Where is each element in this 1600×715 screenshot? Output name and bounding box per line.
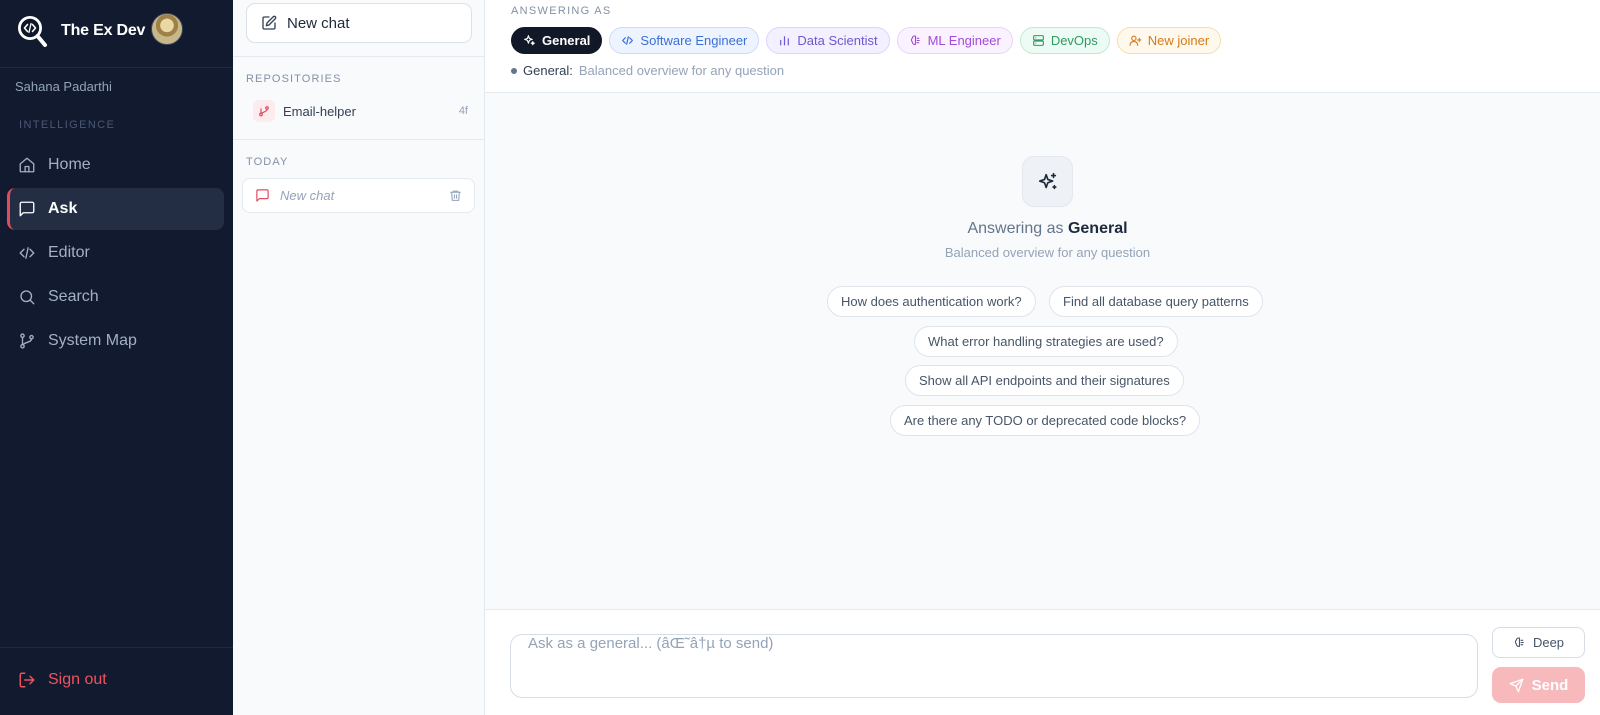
new-chat-button[interactable]: New chat: [246, 3, 472, 43]
bullet-dot: [511, 67, 517, 74]
brand[interactable]: The Ex Dev: [16, 12, 145, 50]
user-name: Sahana Padarthi: [15, 79, 112, 94]
empty-state-title: Answering as General: [485, 220, 1600, 238]
git-branch-icon: [259, 106, 269, 117]
avatar[interactable]: [151, 13, 183, 45]
suggestion-chip[interactable]: How does authentication work?: [827, 286, 1036, 317]
code-icon: [622, 36, 634, 45]
title-prefix: Answering as: [967, 220, 1064, 237]
persona-bar: ANSWERING AS General Software Engineer D…: [485, 0, 1600, 93]
log-out-icon: [19, 672, 35, 688]
git-branch-icon: [20, 333, 34, 349]
main-area: ANSWERING AS General Software Engineer D…: [485, 0, 1600, 715]
sign-out-button[interactable]: Sign out: [18, 671, 107, 689]
server-icon: [1032, 35, 1044, 46]
nav-item-search[interactable]: Search: [7, 276, 224, 318]
persona-label: ML Engineer: [927, 33, 1001, 48]
persona-options: General Software Engineer Data Scientist…: [511, 27, 1222, 54]
nav-item-editor[interactable]: Editor: [7, 232, 224, 274]
nav-item-system-map[interactable]: System Map: [7, 320, 224, 362]
chat-title: New chat: [280, 188, 335, 203]
empty-state-subtitle: Balanced overview for any question: [944, 245, 1151, 260]
sign-out-label: Sign out: [48, 671, 107, 688]
nav-item-label: Search: [48, 288, 99, 305]
title-persona: General: [1067, 220, 1128, 237]
persona-label: General: [542, 33, 591, 48]
send-icon: [1509, 678, 1524, 692]
bar-chart-icon: [780, 36, 790, 46]
persona-label: Data Scientist: [797, 33, 878, 48]
sparkles-icon: [524, 35, 535, 46]
answering-as-label: ANSWERING AS: [511, 5, 612, 17]
persona-data-scientist[interactable]: Data Scientist: [766, 27, 890, 54]
user-plus-icon: [1129, 35, 1142, 46]
nav-item-home[interactable]: Home: [7, 144, 224, 186]
suggestion-chip[interactable]: Are there any TODO or deprecated code bl…: [890, 405, 1201, 436]
persona-description: General: Balanced overview for any quest…: [511, 63, 784, 78]
ask-input[interactable]: [510, 634, 1478, 698]
nav-item-label: Ask: [48, 200, 78, 217]
suggestion-chip[interactable]: Find all database query patterns: [1049, 286, 1263, 317]
persona-label: DevOps: [1050, 33, 1098, 48]
nav-item-ask[interactable]: Ask: [7, 188, 224, 230]
persona-general[interactable]: General: [511, 27, 603, 54]
divider: [0, 647, 233, 648]
suggestion-chip[interactable]: What error handling strategies are used?: [914, 326, 1178, 357]
persona-label: New joiner: [1147, 33, 1210, 48]
nav-item-label: System Map: [48, 332, 137, 349]
message-square-icon: [19, 201, 35, 217]
persona-selected-name: General:: [523, 63, 573, 78]
repo-icon-wrap: [253, 100, 275, 122]
chat-history-item[interactable]: New chat: [242, 178, 475, 213]
search-icon: [20, 290, 35, 305]
divider: [233, 139, 485, 140]
brain-icon: [1514, 637, 1524, 647]
brain-icon: [910, 35, 920, 45]
nav-item-label: Editor: [48, 244, 90, 261]
persona-ml-engineer[interactable]: ML Engineer: [896, 27, 1013, 54]
repository-count: 4f: [458, 105, 468, 117]
repositories-label: REPOSITORIES: [246, 73, 342, 85]
trash-icon[interactable]: [449, 189, 462, 202]
deep-toggle-button[interactable]: Deep: [1492, 627, 1585, 658]
message-square-icon: [256, 189, 269, 202]
logo-icon: [18, 16, 47, 47]
nav-item-label: Home: [48, 156, 91, 173]
today-label: TODAY: [246, 156, 289, 168]
app-name: The Ex Dev: [61, 22, 146, 39]
persona-devops[interactable]: DevOps: [1019, 27, 1110, 54]
home-icon: [19, 157, 35, 173]
repository-name: Email-helper: [283, 103, 356, 119]
divider: [0, 67, 233, 68]
repository-item[interactable]: Email-helper 4f: [253, 100, 468, 122]
persona-software-engineer[interactable]: Software Engineer: [609, 27, 760, 54]
chat-panel: New chat REPOSITORIES Email-helper 4f TO…: [233, 0, 485, 715]
persona-selected-desc: Balanced overview for any question: [578, 63, 785, 78]
send-button[interactable]: Send: [1492, 667, 1585, 703]
section-label: INTELLIGENCE: [19, 119, 116, 131]
new-chat-label: New chat: [287, 14, 350, 32]
code-icon: [19, 247, 35, 259]
sparkles-icon-tile: [1022, 156, 1073, 207]
persona-new-joiner[interactable]: New joiner: [1116, 27, 1222, 54]
deep-label: Deep: [1532, 635, 1565, 650]
divider: [233, 56, 485, 57]
sparkles-icon: [1038, 172, 1057, 189]
sidebar: The Ex Dev Sahana Padarthi INTELLIGENCE …: [0, 0, 233, 715]
composer: Deep Send: [485, 609, 1600, 715]
edit-icon: [262, 15, 277, 30]
persona-label: Software Engineer: [640, 33, 748, 48]
suggestion-chip[interactable]: Show all API endpoints and their signatu…: [905, 365, 1184, 396]
send-label: Send: [1531, 676, 1569, 694]
